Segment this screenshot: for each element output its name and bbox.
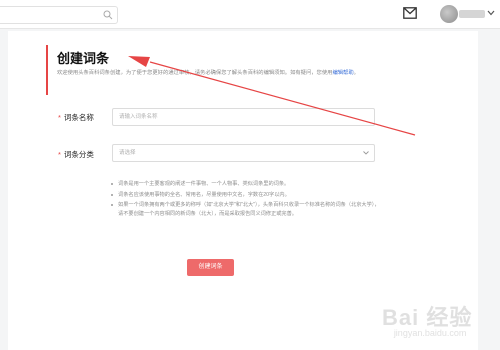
search-input[interactable]: [0, 6, 118, 24]
intro-tail: 。: [353, 70, 359, 76]
title-accent-bar: [46, 45, 48, 95]
watermark-sub: jingyan.baidu.com: [393, 328, 467, 338]
entry-category-select[interactable]: 请选择: [112, 144, 375, 162]
chevron-down-icon[interactable]: [487, 10, 495, 16]
entry-category-label-text: 词条分类: [63, 150, 94, 159]
watermark-main: Bai 经验: [382, 305, 473, 330]
top-bar: [0, 0, 500, 29]
avatar[interactable]: [440, 5, 458, 23]
edit-help-link[interactable]: 编辑帮助: [332, 70, 353, 76]
entry-name-label: * 词条名称: [58, 112, 94, 123]
guideline-item: 如果一个词条拥有两个或更多的称呼（如"北京大学"和"北大"），头条百科只收录一个…: [110, 201, 380, 218]
entry-name-placeholder: 请输入词条名称: [119, 114, 158, 120]
mail-icon[interactable]: [403, 7, 417, 19]
chevron-down-icon: [363, 151, 369, 155]
required-mark: *: [58, 150, 61, 159]
create-entry-button[interactable]: 创建词条: [187, 259, 234, 276]
intro-body: 欢迎使用头条百科词条创建，为了便于您更好的通过审核，请务必确保您了解头条百科的编…: [57, 70, 333, 76]
search-icon[interactable]: [103, 10, 113, 20]
page-title: 创建词条: [57, 51, 110, 66]
watermark: Bai 经验 jingyan.baidu.com: [382, 300, 472, 338]
intro-text: 欢迎使用头条百科词条创建，为了便于您更好的通过审核，请务必确保您了解头条百科的编…: [57, 69, 377, 78]
entry-category-placeholder: 请选择: [119, 150, 136, 156]
entry-name-label-text: 词条名称: [63, 113, 94, 122]
guideline-list: 词条是用一个主要客观的阐述一件事物、一个人物事、类似词条里的词条。 词条名应该使…: [110, 180, 380, 220]
entry-name-input[interactable]: 请输入词条名称: [112, 108, 375, 126]
guideline-item: 词条名应该使用事物的全名、常用名，尽量使用中文名，字数在20字以内。: [110, 191, 380, 200]
required-mark: *: [58, 113, 61, 122]
username-blurred[interactable]: [459, 10, 485, 18]
guideline-item: 词条是用一个主要客观的阐述一件事物、一个人物事、类似词条里的词条。: [110, 180, 380, 189]
entry-category-label: * 词条分类: [58, 149, 94, 160]
